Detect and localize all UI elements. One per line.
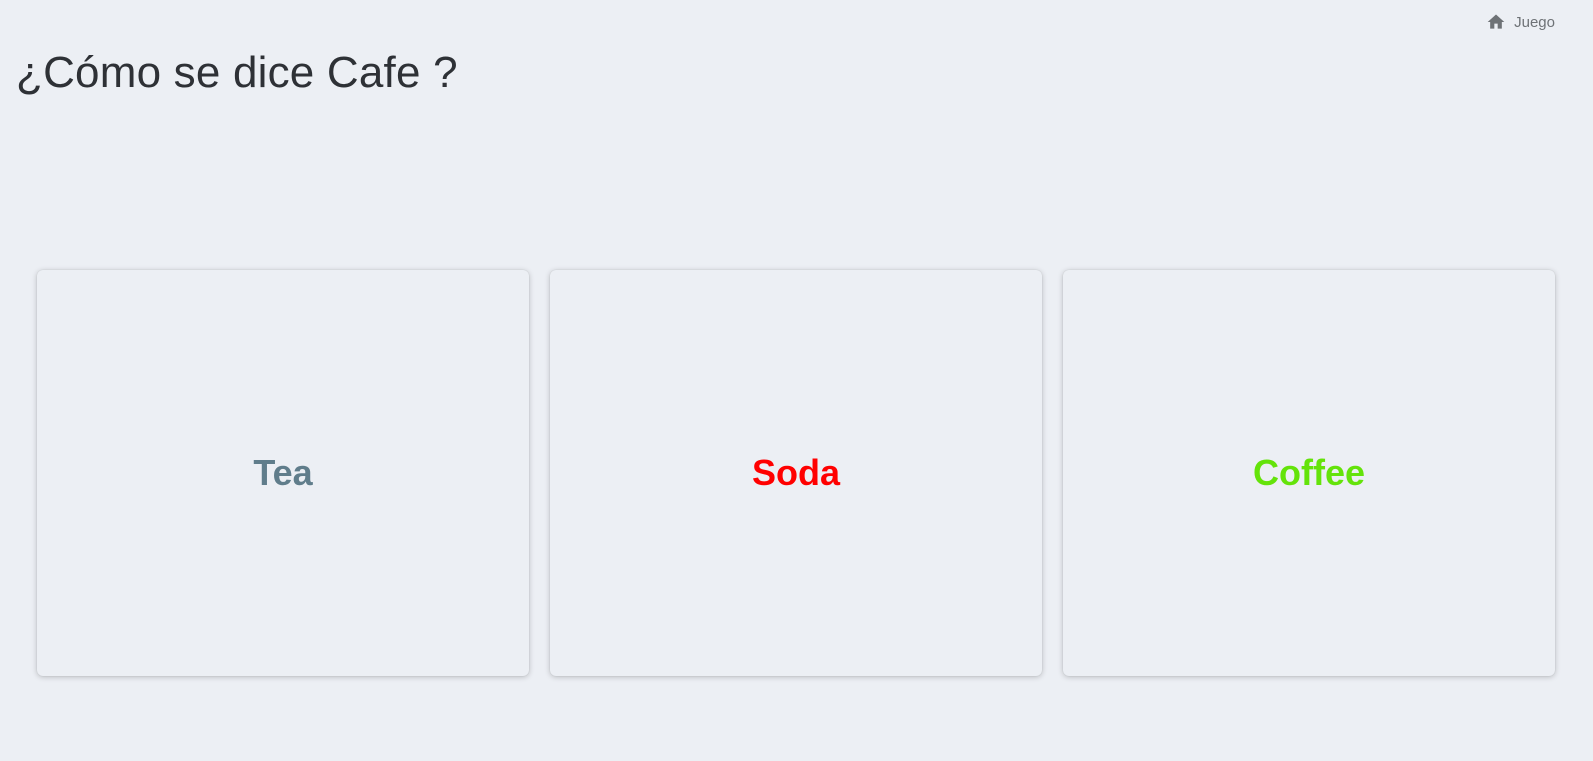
- breadcrumb-label[interactable]: Juego: [1514, 14, 1555, 31]
- answer-label: Tea: [253, 452, 313, 493]
- answer-label: Coffee: [1252, 452, 1365, 493]
- breadcrumb[interactable]: Juego: [1486, 12, 1555, 32]
- answer-card-soda[interactable]: Soda: [550, 270, 1042, 676]
- home-icon[interactable]: [1486, 12, 1506, 32]
- answer-card-tea[interactable]: Tea: [37, 270, 529, 676]
- question-title: ¿Cómo se dice Cafe ?: [16, 48, 458, 97]
- answer-label: Soda: [751, 452, 840, 493]
- answer-options: Tea Soda Coffee: [37, 270, 1555, 676]
- answer-card-coffee[interactable]: Coffee: [1063, 270, 1555, 676]
- game-page: Juego ¿Cómo se dice Cafe ? Tea Soda Coff…: [0, 0, 1593, 761]
